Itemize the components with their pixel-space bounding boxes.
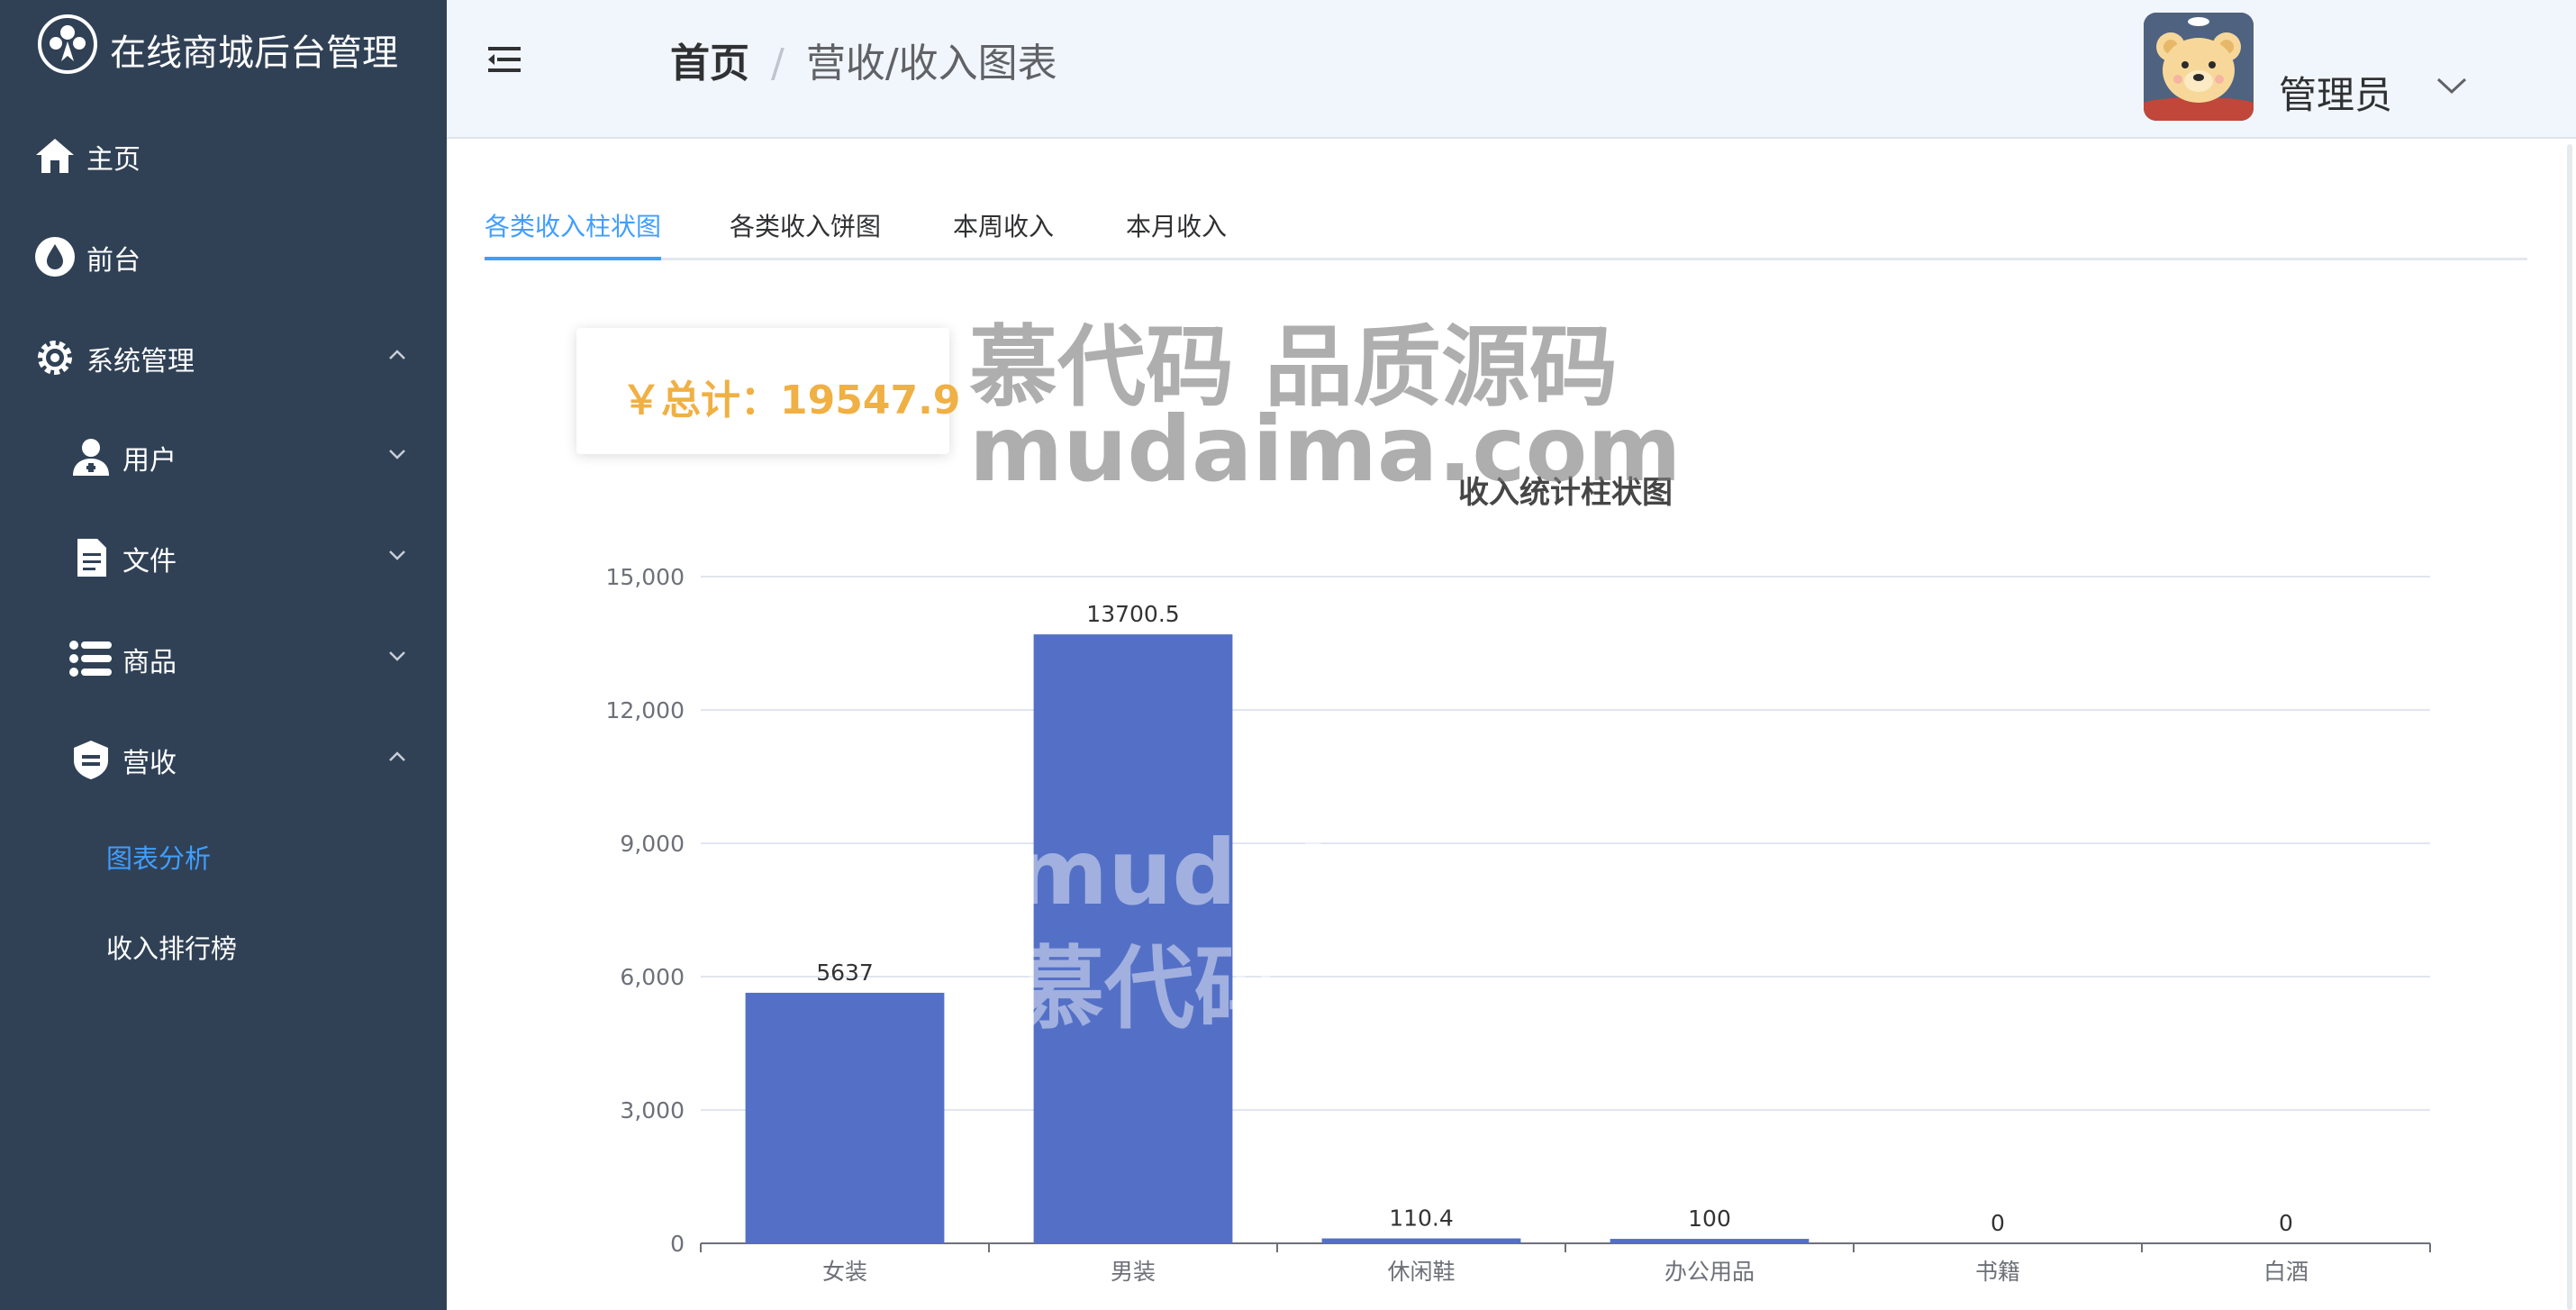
total-card: ￥总计：19547.9: [576, 328, 960, 454]
data-label: 0: [2279, 1210, 2293, 1236]
data-label: 0: [1991, 1210, 2005, 1236]
y-tick-label: 3,000: [620, 1097, 685, 1124]
data-label: 110.4: [1389, 1205, 1454, 1232]
x-tick-label: 白酒: [2263, 1259, 2308, 1285]
data-label: 13700.5: [1086, 601, 1179, 627]
data-label: 100: [1688, 1205, 1731, 1232]
chart-title: 收入统计柱状图: [1458, 475, 1673, 511]
x-tick-label: 书籍: [1975, 1259, 2020, 1285]
y-tick-label: 12,000: [606, 697, 685, 723]
data-label: 5637: [816, 960, 874, 986]
y-tick-label: 0: [670, 1231, 685, 1257]
y-tick-label: 15,000: [606, 564, 685, 590]
y-tick-label: 6,000: [620, 964, 685, 990]
x-tick-label: 女装: [822, 1259, 867, 1285]
x-tick-label: 休闲鞋: [1387, 1259, 1455, 1285]
chart-bar: [1033, 634, 1233, 1243]
bar-chart: 收入统计柱状图 0 3,000 6,000 9,000 12,000 15,000 5637 女…: [606, 475, 2431, 1285]
chart-bar: [1321, 1238, 1521, 1243]
x-tick-label: 男装: [1111, 1259, 1156, 1285]
chart-bar: [1610, 1239, 1810, 1243]
x-tick-label: 办公用品: [1664, 1259, 1755, 1285]
total-amount: ￥总计：19547.9: [621, 378, 961, 423]
chart-bar: [745, 992, 945, 1243]
y-tick-label: 9,000: [620, 831, 685, 857]
